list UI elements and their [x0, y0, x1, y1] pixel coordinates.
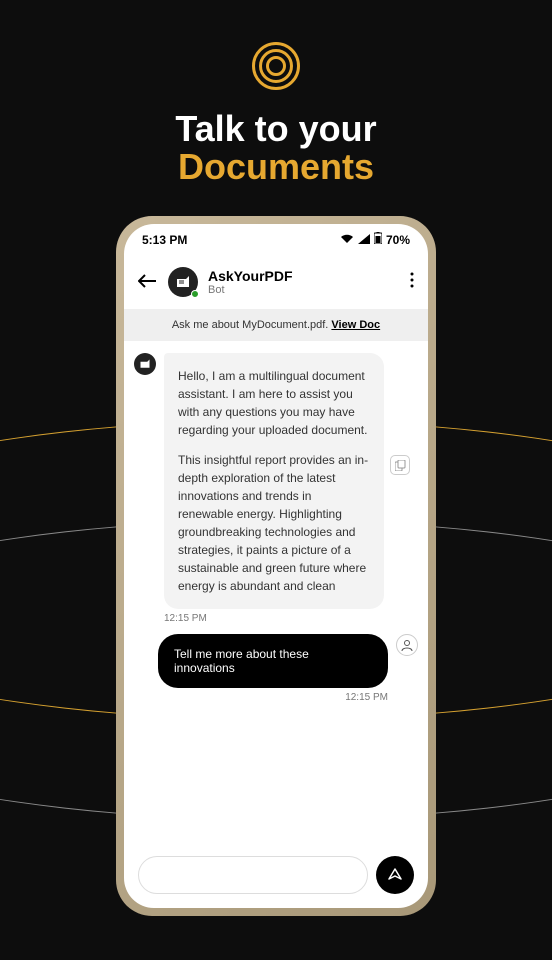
view-doc-link[interactable]: View Doc [331, 319, 380, 331]
chat-header: AskYourPDF Bot [124, 251, 428, 309]
bot-message-p2: This insightful report provides an in-de… [178, 451, 370, 595]
document-banner: Ask me about MyDocument.pdf. View Doc [124, 309, 428, 341]
user-timestamp: 12:15 PM [134, 692, 388, 703]
input-bar [124, 848, 428, 908]
status-bar: 5:13 PM 70% [124, 224, 428, 251]
signal-icon [358, 233, 370, 247]
bot-message-p1: Hello, I am a multilingual document assi… [178, 367, 370, 439]
battery-icon [374, 232, 382, 247]
status-battery-pct: 70% [386, 233, 410, 247]
hero-title: Talk to your Documents [0, 108, 552, 188]
bot-message: Hello, I am a multilingual document assi… [164, 353, 384, 609]
copy-button[interactable] [390, 455, 410, 475]
bot-avatar-small [134, 353, 156, 375]
menu-button[interactable] [410, 272, 414, 293]
status-time: 5:13 PM [142, 233, 187, 247]
chat-title: AskYourPDF [208, 268, 400, 284]
online-indicator [191, 290, 199, 298]
chat-subtitle: Bot [208, 284, 400, 296]
wifi-icon [340, 233, 354, 247]
user-avatar [396, 634, 418, 656]
banner-text: Ask me about MyDocument.pdf. [172, 319, 332, 331]
chat-body[interactable]: Hello, I am a multilingual document assi… [124, 341, 428, 848]
phone-frame: 5:13 PM 70% [116, 216, 436, 916]
send-button[interactable] [376, 856, 414, 894]
phone-screen: 5:13 PM 70% [124, 224, 428, 908]
message-input[interactable] [138, 856, 368, 894]
rings-icon [252, 42, 300, 90]
back-button[interactable] [138, 271, 158, 294]
bot-timestamp: 12:15 PM [164, 613, 418, 624]
hero-line2: Documents [0, 146, 552, 188]
app-logo [0, 0, 552, 90]
user-message: Tell me more about these innovations [158, 634, 388, 688]
hero-line1: Talk to your [0, 108, 552, 150]
